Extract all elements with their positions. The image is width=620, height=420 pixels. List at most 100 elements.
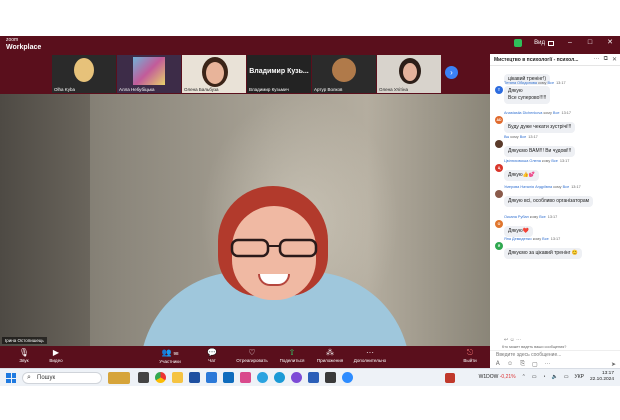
participant-thumbnail[interactable]: Олена Бальбуза xyxy=(182,55,246,93)
clock[interactable]: 13:17 22.10.2024 xyxy=(590,371,614,383)
stock-change: -0,21% xyxy=(499,374,516,380)
toolbar-button[interactable]: ♡ Отреагировать xyxy=(232,348,272,364)
viber-icon[interactable] xyxy=(291,372,302,383)
tray-chevron-icon[interactable]: ⌃ xyxy=(522,374,526,380)
emoji-reaction-icon[interactable]: ☺ xyxy=(510,337,515,343)
chat-sender[interactable]: Цвілюховська Олена xyxy=(504,159,541,163)
chat-sender[interactable]: Яна Демиденко xyxy=(504,237,532,241)
video-camera-icon: ▶ xyxy=(52,348,60,357)
chat-message-input[interactable]: Введите здесь сообщение... xyxy=(496,352,561,358)
volume-icon[interactable]: 🔈 xyxy=(552,374,558,380)
chat-message-meta: Яна Демиденко кому Все 13:17 xyxy=(504,237,616,241)
more-options-icon[interactable]: ··· xyxy=(594,56,600,63)
chat-message-text: Дякуємо за цікавий тренінг 😊 xyxy=(504,248,583,259)
participant-thumbnail[interactable]: Артур Волков xyxy=(312,55,376,93)
meeting-toolbar: 🎙 Звук ▶ Видео 👥 98 Участники 💬 Чат ♡ Отреагироват… xyxy=(0,346,490,368)
chat-recipient: Все xyxy=(562,185,570,189)
toolbar-button-label: Участники xyxy=(159,359,181,364)
who-can-see-link[interactable]: Кто может видеть ваши сообщения? xyxy=(502,345,566,349)
chat-time: 13:17 xyxy=(550,237,561,241)
toolbar-button[interactable]: ⇧ Поделиться xyxy=(272,348,312,364)
chat-sender[interactable]: Тетяна Обидонова xyxy=(504,81,537,85)
apps-icon: ⁂ xyxy=(326,348,334,357)
security-shield-icon[interactable] xyxy=(514,39,523,47)
start-icon[interactable] xyxy=(6,373,16,383)
mail-icon[interactable] xyxy=(223,372,234,383)
toolbar-button[interactable]: ▶ Видео xyxy=(36,348,76,364)
stock-ticker[interactable]: W1DOW -0,21% xyxy=(479,374,516,380)
windows-taskbar: ⌕ Пошук W1DOW -0,21% ⌃ ▭ ◔ 🔈 ▭ УКР 13:17… xyxy=(0,368,620,386)
next-participants-arrow-icon[interactable]: › xyxy=(445,66,458,79)
network-icon[interactable]: ◔ xyxy=(543,374,546,380)
tray-icon[interactable]: ▭ xyxy=(532,374,537,380)
file-explorer-icon[interactable] xyxy=(172,372,183,383)
chat-message-meta: Умерова Наталія Андріївна кому Все 13:17 xyxy=(504,185,616,189)
more-tools-icon[interactable]: ··· xyxy=(545,361,551,368)
chat-message[interactable]: Ц Цвілюховська Олена кому Все 13:17 Дякую👍💕 xyxy=(494,159,616,181)
main-video: Ірина Остопишець xyxy=(0,94,490,346)
calculator-icon[interactable] xyxy=(325,372,336,383)
toolbar-button[interactable]: 💬 Чат xyxy=(192,348,232,364)
toolbar-button[interactable]: 👥 98 Участники xyxy=(150,348,190,365)
chat-recipient: Все xyxy=(519,135,527,139)
participant-name: Олена Бальбуза xyxy=(184,87,219,92)
security-app-icon[interactable] xyxy=(189,372,200,383)
photos-icon[interactable] xyxy=(240,372,251,383)
send-icon[interactable]: ➤ xyxy=(611,361,616,368)
chat-sender[interactable]: Оксана Рубан xyxy=(504,215,529,219)
edge-icon[interactable] xyxy=(274,372,285,383)
zoom-window: zoom Workplace Вид – □ ✕ Olha Kyba Алла … xyxy=(0,36,620,368)
toolbar-button-label: Чат xyxy=(208,358,216,363)
chat-message-list[interactable]: цікавий тренінг!) Т Тетяна Обидонова кому … xyxy=(490,67,620,315)
word-icon[interactable] xyxy=(308,372,319,383)
chat-message[interactable]: Вы кому Все 13:17 Дякуємо ВАМ!!! Ви чудові… xyxy=(494,135,616,157)
chat-message[interactable]: AD Anastasiia Dichenkova кому Все 13:17 Буд… xyxy=(494,111,616,133)
chat-avatar xyxy=(495,140,503,148)
task-view-icon[interactable] xyxy=(138,372,149,383)
participant-thumbnail[interactable]: Владимир Кузь... Владимир Кузьмич xyxy=(247,55,311,93)
chat-sender[interactable]: Умерова Наталія Андріївна xyxy=(504,185,552,189)
participant-thumbnail[interactable]: Алла Небубіцька xyxy=(117,55,181,93)
language-indicator[interactable]: УКР xyxy=(575,374,584,380)
chat-to-word: кому xyxy=(552,185,563,189)
chat-input-tools: Ꭺ ☺ ⎘ ▢ ··· xyxy=(496,361,551,368)
participant-thumbnail[interactable]: Олена Улітіна xyxy=(377,55,441,93)
chrome-icon[interactable] xyxy=(155,372,166,383)
toolbar-button[interactable]: ⁂ Приложения xyxy=(310,348,350,364)
participant-thumbnail[interactable]: Olha Kyba xyxy=(52,55,116,93)
format-text-icon[interactable]: Ꭺ xyxy=(496,361,500,368)
view-label: Вид xyxy=(534,40,545,46)
zoom-app-icon[interactable] xyxy=(342,372,353,383)
chat-message-text: Дякую👍💕 xyxy=(504,170,540,181)
chat-message[interactable]: Умерова Наталія Андріївна кому Все 13:17 Д… xyxy=(494,185,616,207)
chat-message-text: Дякую всі, особливо організаторам xyxy=(504,196,594,207)
message-reactions-row: ↩ ☺ ··· xyxy=(504,337,521,343)
maximize-icon[interactable]: □ xyxy=(586,39,594,47)
attach-file-icon[interactable]: ⎘ xyxy=(520,361,525,368)
toolbar-button[interactable]: ⎋ Выйти xyxy=(450,348,490,364)
news-widget-icon[interactable] xyxy=(108,372,130,384)
chat-time: 13:17 xyxy=(571,185,581,189)
close-icon[interactable]: ✕ xyxy=(606,39,614,47)
reply-icon[interactable]: ↩ xyxy=(504,337,508,343)
view-button[interactable]: Вид xyxy=(534,40,554,46)
chat-message[interactable]: Я Яна Демиденко кому Все 13:17 Дякуємо за ц… xyxy=(494,237,616,259)
more-icon[interactable]: ··· xyxy=(516,337,521,343)
chat-message-meta: Цвілюховська Олена кому Все 13:17 xyxy=(504,159,616,163)
emoji-icon[interactable]: ☺ xyxy=(507,361,513,368)
chat-message[interactable]: Т Тетяна Обидонова кому Все 13:17 Дякую Все… xyxy=(494,81,616,104)
heart-icon: ♡ xyxy=(248,348,256,357)
battery-icon[interactable]: ▭ xyxy=(564,374,569,380)
taskbar-search[interactable]: ⌕ Пошук xyxy=(22,372,102,384)
chat-header: Мистецтво в психології - психол... ··· ⧉… xyxy=(490,54,620,66)
close-chat-icon[interactable]: ✕ xyxy=(612,56,617,63)
toolbar-button-label: Дополнительно xyxy=(353,358,387,363)
screenshot-icon[interactable]: ▢ xyxy=(532,361,538,368)
store-icon[interactable] xyxy=(206,372,217,383)
telegram-icon[interactable] xyxy=(257,372,268,383)
chat-message[interactable]: О Оксана Рубан кому Все 13:17 Дякую❤️ xyxy=(494,215,616,237)
minimize-icon[interactable]: – xyxy=(566,39,574,47)
pop-out-icon[interactable]: ⧉ xyxy=(604,56,608,63)
chat-sender[interactable]: Anastasiia Dichenkova xyxy=(504,111,542,115)
toolbar-button[interactable]: ··· Дополнительно xyxy=(350,348,390,364)
